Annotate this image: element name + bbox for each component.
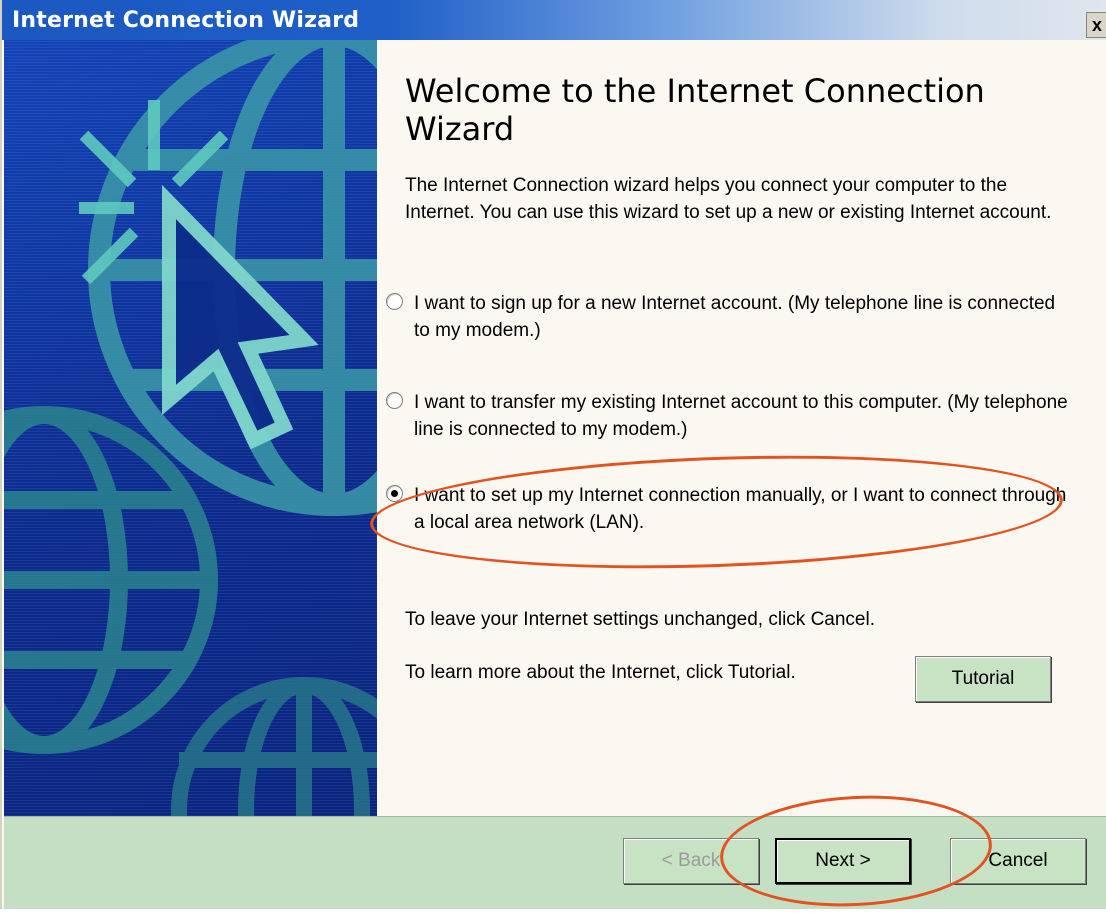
- close-icon: x: [1091, 15, 1102, 35]
- wizard-content: Welcome to the Internet Connection Wizar…: [377, 40, 1106, 816]
- window-title: Internet Connection Wizard: [12, 8, 360, 33]
- button-bar: [4, 816, 1106, 909]
- cancel-button[interactable]: Cancel: [950, 838, 1086, 884]
- radio-new-account[interactable]: [386, 293, 403, 310]
- option-label[interactable]: I want to transfer my existing Internet …: [414, 389, 1074, 443]
- globe-pointer-icon: [4, 40, 377, 816]
- cancel-hint: To leave your Internet settings unchange…: [405, 609, 875, 630]
- title-bar[interactable]: Internet Connection Wizard x: [2, 0, 1106, 40]
- wizard-banner-image: [4, 40, 377, 816]
- wizard-window: Internet Connection Wizard x Welcome to …: [0, 0, 1106, 913]
- close-button[interactable]: x: [1086, 12, 1106, 38]
- tutorial-hint: To learn more about the Internet, click …: [405, 662, 796, 683]
- next-button[interactable]: Next >: [775, 838, 911, 884]
- back-button[interactable]: < Back: [623, 838, 759, 884]
- radio-transfer-account[interactable]: [386, 392, 403, 409]
- intro-text: The Internet Connection wizard helps you…: [405, 175, 1052, 223]
- option-label[interactable]: I want to sign up for a new Internet acc…: [414, 290, 1074, 344]
- page-title: Welcome to the Internet Connection Wizar…: [405, 72, 985, 148]
- option-label[interactable]: I want to set up my Internet connection …: [414, 482, 1074, 536]
- radio-manual-setup[interactable]: [386, 485, 403, 502]
- tutorial-button[interactable]: Tutorial: [915, 656, 1051, 702]
